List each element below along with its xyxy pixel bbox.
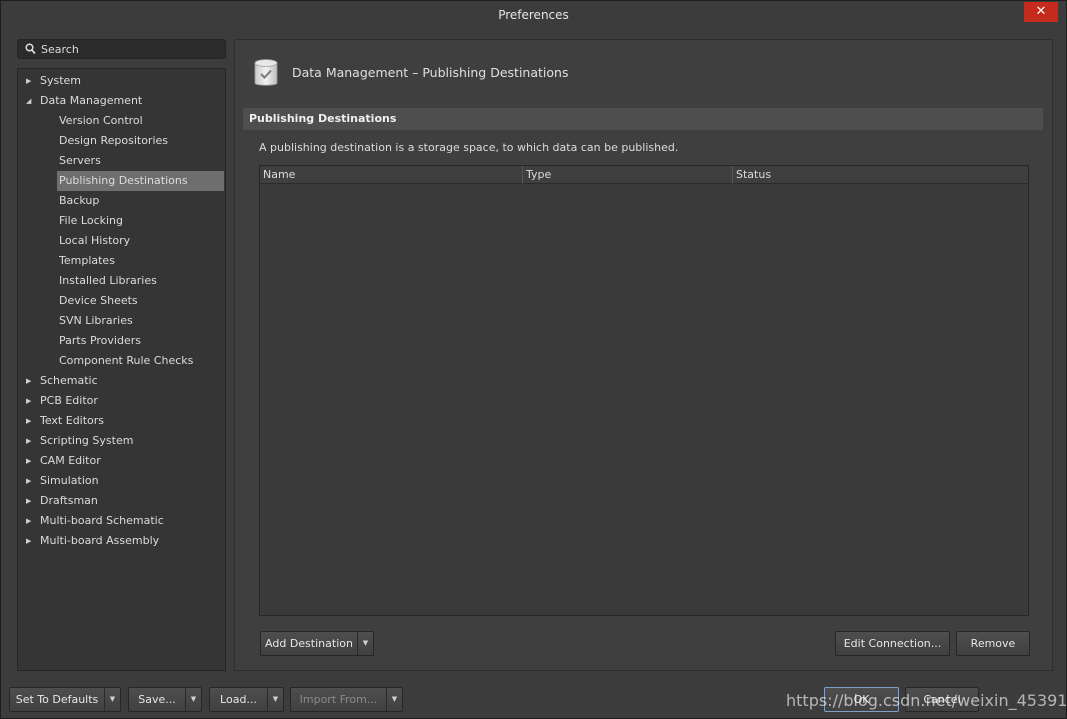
tree-item-label: Data Management (40, 94, 143, 107)
tree-item-label: Multi-board Schematic (40, 514, 164, 527)
tree-item-label: Device Sheets (59, 294, 138, 307)
watermark: https://blog.csdn.net/weixin_45391118 (786, 691, 1067, 710)
collapsed-arrow-icon[interactable]: ▶ (26, 472, 34, 490)
tree-item-simulation[interactable]: ▶ Simulation (18, 472, 223, 490)
tree-item-label: SVN Libraries (59, 314, 133, 327)
column-type-header[interactable]: Type (523, 166, 733, 184)
close-button[interactable]: ✕ (1024, 2, 1058, 22)
section-header: Publishing Destinations (243, 108, 1043, 130)
load-label[interactable]: Load... (210, 688, 267, 711)
save-button[interactable]: Save... ▼ (128, 687, 202, 712)
expanded-arrow-icon[interactable]: ◢ (26, 92, 34, 110)
collapsed-arrow-icon[interactable]: ▶ (26, 492, 34, 510)
tree-item-label: PCB Editor (40, 394, 98, 407)
tree-item-parts-providers[interactable]: Parts Providers (18, 332, 223, 350)
tree-item-label: Draftsman (40, 494, 98, 507)
search-box[interactable] (17, 39, 226, 59)
tree-item-device-sheets[interactable]: Device Sheets (18, 292, 223, 310)
tree-item-schematic[interactable]: ▶ Schematic (18, 372, 223, 390)
collapsed-arrow-icon[interactable]: ▶ (26, 72, 34, 90)
tree-item-draftsman[interactable]: ▶ Draftsman (18, 492, 223, 510)
import-from-label[interactable]: Import From... (291, 688, 386, 711)
collapsed-arrow-icon[interactable]: ▶ (26, 452, 34, 470)
tree-item-templates[interactable]: Templates (18, 252, 223, 270)
tree-item-local-history[interactable]: Local History (18, 232, 223, 250)
tree-item-label: File Locking (59, 214, 123, 227)
column-name-header[interactable]: Name (260, 166, 523, 184)
tree-item-backup[interactable]: Backup (18, 192, 223, 210)
table-header: Name Type Status (260, 166, 1028, 184)
tree-item-label: Templates (59, 254, 115, 267)
search-input[interactable] (41, 41, 221, 57)
dropdown-arrow-icon[interactable]: ▼ (357, 632, 373, 655)
close-icon: ✕ (1035, 4, 1047, 19)
tree-item-label: Multi-board Assembly (40, 534, 160, 547)
tree-item-label: Version Control (59, 114, 143, 127)
tree-item-publishing-destinations[interactable]: Publishing Destinations (18, 171, 224, 191)
tree-item-file-locking[interactable]: File Locking (18, 212, 223, 230)
tree-item-label: Text Editors (40, 414, 105, 427)
title-bar: Preferences ✕ (1, 1, 1066, 31)
edit-connection-button[interactable]: Edit Connection... (835, 631, 950, 656)
set-to-defaults-label[interactable]: Set To Defaults (10, 688, 104, 711)
collapsed-arrow-icon[interactable]: ▶ (26, 532, 34, 550)
tree-item-multi-board-assembly[interactable]: ▶ Multi-board Assembly (18, 532, 223, 550)
tree-item-text-editors[interactable]: ▶ Text Editors (18, 412, 223, 430)
collapsed-arrow-icon[interactable]: ▶ (26, 392, 34, 410)
tree-item-pcb-editor[interactable]: ▶ PCB Editor (18, 392, 223, 410)
tree-item-label: Installed Libraries (59, 274, 157, 287)
tree-item-cam-editor[interactable]: ▶ CAM Editor (18, 452, 223, 470)
tree-item-label: Simulation (40, 474, 99, 487)
add-destination-button[interactable]: Add Destination ▼ (260, 631, 374, 656)
tree-item-label: System (40, 74, 82, 87)
tree-item-label: Parts Providers (59, 334, 141, 347)
collapsed-arrow-icon[interactable]: ▶ (26, 512, 34, 530)
collapsed-arrow-icon[interactable]: ▶ (26, 432, 34, 450)
window-title: Preferences (498, 8, 569, 22)
add-destination-label[interactable]: Add Destination (261, 632, 357, 655)
column-status-header[interactable]: Status (733, 166, 1028, 184)
tree-item-installed-libraries[interactable]: Installed Libraries (18, 272, 223, 290)
dropdown-arrow-icon[interactable]: ▼ (185, 688, 201, 711)
tree-item-label: Publishing Destinations (59, 174, 188, 187)
tree-item-label: CAM Editor (40, 454, 101, 467)
tree-item-label: Backup (59, 194, 100, 207)
dropdown-arrow-icon[interactable]: ▼ (267, 688, 283, 711)
collapsed-arrow-icon[interactable]: ▶ (26, 412, 34, 430)
tree-item-data-management[interactable]: ◢ Data Management (18, 92, 223, 110)
section-description: A publishing destination is a storage sp… (259, 141, 679, 154)
tree-item-multi-board-schematic[interactable]: ▶ Multi-board Schematic (18, 512, 223, 530)
tree-item-label: Scripting System (40, 434, 134, 447)
tree-item-label: Design Repositories (59, 134, 169, 147)
import-from-button[interactable]: Import From... ▼ (290, 687, 403, 712)
preferences-tree: ▶ System ◢ Data Management Version Control De… (17, 68, 226, 671)
page-title: Data Management – Publishing Destination… (292, 65, 569, 80)
tree-item-system[interactable]: ▶ System (18, 72, 223, 90)
destinations-table[interactable]: Name Type Status (259, 165, 1029, 616)
preferences-dialog: Preferences ✕ ▶ System ◢ Data Management Ver… (0, 0, 1067, 719)
database-check-icon (254, 59, 278, 86)
tree-item-component-rule-checks[interactable]: Component Rule Checks (18, 352, 223, 370)
set-to-defaults-button[interactable]: Set To Defaults ▼ (9, 687, 121, 712)
tree-item-svn-libraries[interactable]: SVN Libraries (18, 312, 223, 330)
search-icon (25, 43, 36, 55)
tree-item-scripting-system[interactable]: ▶ Scripting System (18, 432, 223, 450)
dropdown-arrow-icon[interactable]: ▼ (104, 688, 120, 711)
remove-button[interactable]: Remove (956, 631, 1030, 656)
collapsed-arrow-icon[interactable]: ▶ (26, 372, 34, 390)
tree-item-version-control[interactable]: Version Control (18, 112, 223, 130)
content-panel: Data Management – Publishing Destination… (234, 39, 1053, 671)
tree-item-label: Servers (59, 154, 101, 167)
save-label[interactable]: Save... (129, 688, 185, 711)
tree-item-label: Component Rule Checks (59, 354, 194, 367)
dropdown-arrow-icon[interactable]: ▼ (386, 688, 402, 711)
load-button[interactable]: Load... ▼ (209, 687, 284, 712)
tree-item-label: Local History (59, 234, 131, 247)
tree-item-servers[interactable]: Servers (18, 152, 223, 170)
tree-item-label: Schematic (40, 374, 98, 387)
tree-item-design-repositories[interactable]: Design Repositories (18, 132, 223, 150)
